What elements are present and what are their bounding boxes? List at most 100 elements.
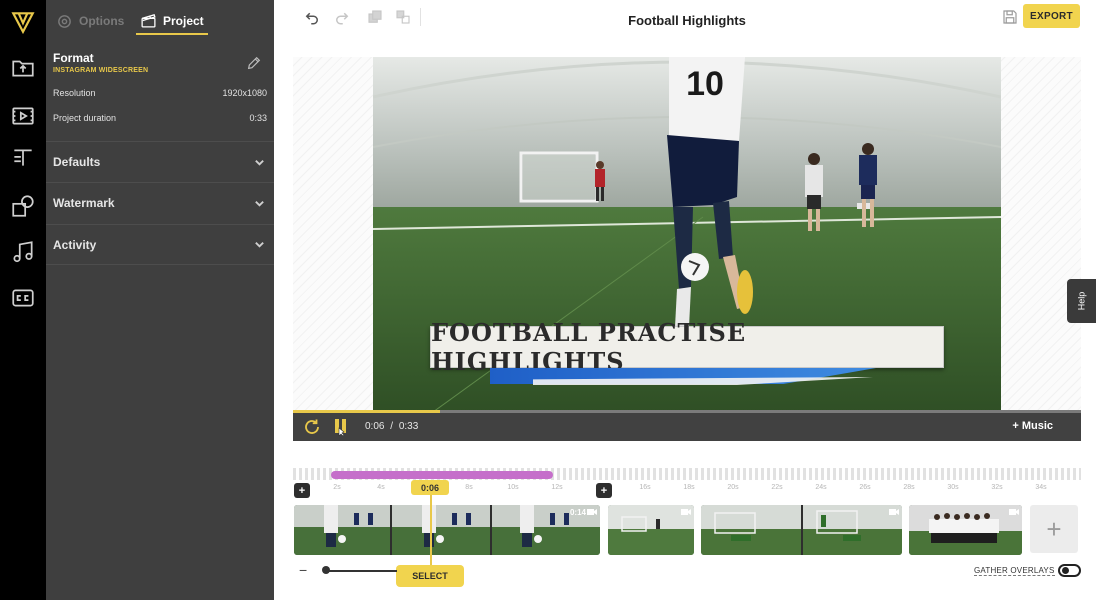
timeline-clip-4[interactable] [909, 505, 1022, 555]
duration-row: Project duration 0:33 [53, 113, 267, 123]
project-panel: Options Project Format INSTAGRAM WIDESCR… [46, 0, 274, 600]
folder-upload-icon[interactable] [0, 48, 46, 88]
gather-overlays-toggle[interactable] [1058, 564, 1081, 577]
add-music-button[interactable]: + Music [1012, 420, 1053, 432]
add-clip-button[interactable]: + [1030, 505, 1078, 553]
zoom-out-icon[interactable]: − [299, 562, 307, 578]
help-label: Help [1076, 291, 1087, 311]
clip-3-thumbnail [701, 505, 902, 555]
plus-icon: + [1046, 513, 1062, 544]
playhead-time-label[interactable]: 0:06 [411, 480, 449, 495]
time-separator: / [390, 421, 394, 432]
tab-options-label: Options [79, 14, 125, 28]
resolution-label: Resolution [53, 88, 96, 98]
export-button[interactable]: EXPORT [1023, 4, 1080, 28]
total-time: 0:33 [398, 421, 419, 432]
zoom-slider-handle[interactable] [322, 566, 330, 574]
help-tab[interactable]: Help [1067, 279, 1096, 323]
title-overlay[interactable]: FOOTBALL PRACTISE HIGHLIGHTS [430, 318, 944, 376]
video-preview[interactable]: 10 FOOTBALL PRACTISE HIGHLIGHTS [373, 57, 1001, 412]
zoom-slider-track[interactable] [325, 570, 397, 572]
replay-icon[interactable] [303, 418, 321, 436]
save-icon[interactable] [1000, 7, 1020, 27]
undo-icon[interactable] [302, 7, 322, 27]
icon-rail [0, 0, 46, 600]
media-icon[interactable] [0, 96, 46, 136]
text-icon[interactable] [0, 138, 46, 178]
ruler-tick-label: 20s [727, 484, 739, 491]
section-defaults-label: Defaults [53, 155, 101, 169]
preview-stage: 10 FOOTBALL PRACTISE HIGHLIGHTS [293, 57, 1081, 412]
ruler-tick-label: 18s [683, 484, 695, 491]
playback-progress[interactable] [293, 410, 440, 413]
time-readout: 0:06 / 0:33 [365, 421, 418, 432]
ruler-tick-label: 12s [551, 484, 563, 491]
selection-range-bar[interactable] [331, 471, 553, 479]
ruler-tick-label: 26s [859, 484, 871, 491]
duration-value: 0:33 [249, 113, 267, 123]
ruler-tick-label: 28s [903, 484, 915, 491]
timeline-clip-1[interactable]: 0:14 [294, 505, 600, 555]
duration-label: Project duration [53, 113, 117, 123]
gather-overlays-label[interactable]: GATHER OVERLAYS [974, 566, 1055, 576]
shapes-icon[interactable] [0, 186, 46, 226]
top-toolbar: Football Highlights EXPORT [274, 0, 1096, 44]
title-overlay-text: FOOTBALL PRACTISE HIGHLIGHTS [431, 318, 747, 376]
section-activity[interactable]: Activity [46, 224, 274, 265]
jersey-number: 10 [686, 65, 724, 103]
toolbar-separator [420, 8, 421, 26]
duplicate-icon[interactable] [365, 7, 385, 27]
tab-project[interactable]: Project [136, 8, 208, 35]
resolution-value: 1920x1080 [222, 88, 267, 98]
playback-track[interactable] [440, 410, 1081, 413]
clip-4-thumbnail [909, 505, 1022, 555]
video-camera-icon [681, 509, 691, 515]
insert-plus-button[interactable]: + [294, 483, 310, 498]
project-title: Football Highlights [628, 13, 746, 28]
format-block: Format INSTAGRAM WIDESCREEN [53, 51, 267, 74]
redo-icon[interactable] [332, 7, 352, 27]
select-button[interactable]: SELECT [396, 565, 464, 587]
settings-icon [58, 14, 71, 28]
clip-1-thumbnail [294, 505, 600, 555]
ruler-tick-label: 30s [947, 484, 959, 491]
chevron-down-icon [255, 200, 264, 207]
ruler-tick-label: 32s [991, 484, 1003, 491]
format-title: Format [53, 51, 94, 65]
pause-icon[interactable] [333, 418, 349, 437]
edit-format-pencil-icon[interactable] [246, 55, 262, 71]
captions-icon[interactable] [0, 278, 46, 318]
toggle-knob [1062, 567, 1069, 574]
chevron-down-icon [255, 242, 264, 248]
ruler-tick-label: 22s [771, 484, 783, 491]
music-note-icon[interactable] [0, 232, 46, 272]
section-activity-label: Activity [53, 237, 97, 252]
timeline-clip-3[interactable] [701, 505, 902, 555]
section-watermark[interactable]: Watermark [46, 182, 274, 223]
section-watermark-label: Watermark [53, 196, 115, 210]
current-time: 0:06 [365, 421, 385, 432]
player-controls: 0:06 / 0:33 + Music [293, 410, 1081, 441]
panel-tabs: Options Project [46, 0, 274, 36]
ruler-tick-label: 16s [639, 484, 651, 491]
section-defaults[interactable]: Defaults [46, 141, 274, 182]
video-editor-app: Options Project Format INSTAGRAM WIDESCR… [0, 0, 1096, 600]
ruler-tick-label: 10s [507, 484, 519, 491]
video-camera-icon [1009, 509, 1019, 515]
ruler-tick-label: 34s [1035, 484, 1047, 491]
ruler-tick-label: 2s [333, 484, 341, 491]
logo-icon[interactable] [0, 2, 46, 42]
arrange-icon[interactable] [393, 7, 413, 27]
resolution-row: Resolution 1920x1080 [53, 88, 267, 98]
ruler-tick-label: 24s [815, 484, 827, 491]
timeline-clip-2[interactable] [608, 505, 694, 555]
insert-plus-button[interactable]: + [596, 483, 612, 498]
tab-project-label: Project [163, 13, 204, 28]
ruler-tick-label: 8s [465, 484, 473, 491]
format-subtitle: INSTAGRAM WIDESCREEN [53, 67, 149, 74]
clip-1-duration: 0:14 [569, 508, 586, 517]
video-camera-icon [587, 509, 597, 515]
playhead-line[interactable] [430, 494, 432, 566]
tab-options[interactable]: Options [56, 8, 124, 34]
video-camera-icon [889, 509, 899, 515]
